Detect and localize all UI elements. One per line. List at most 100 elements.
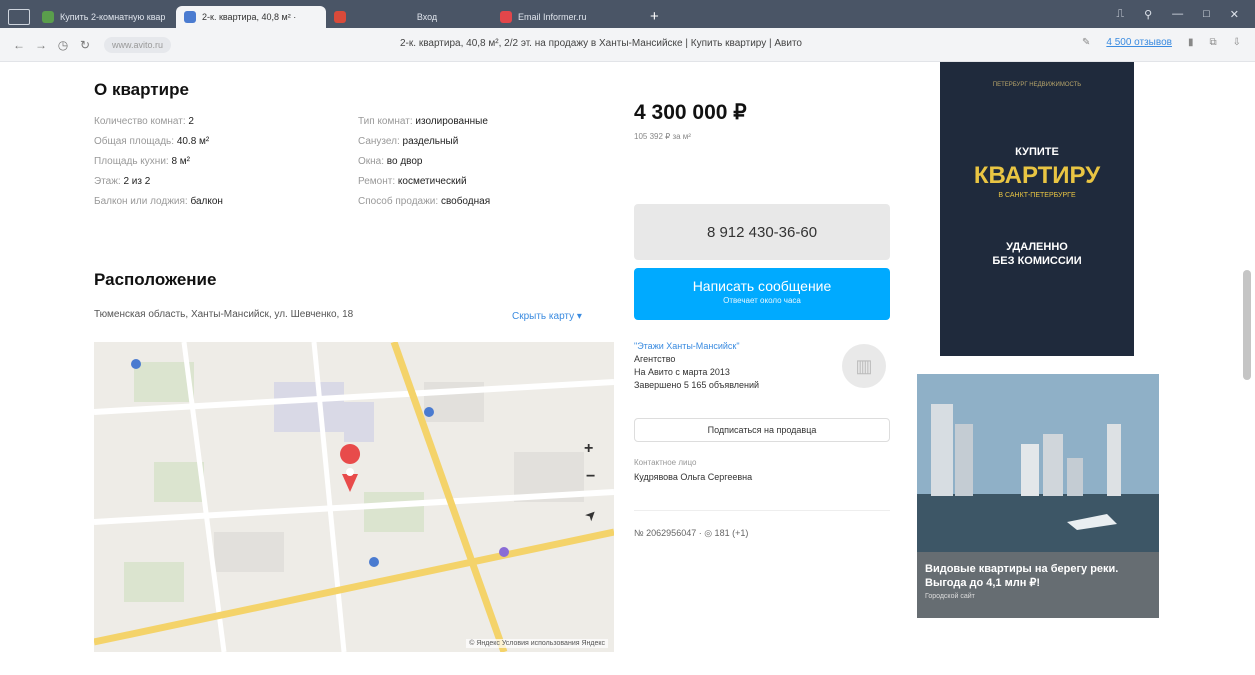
scrollbar-thumb[interactable] [1243,270,1251,380]
tab-3[interactable] [326,6,362,28]
param-value: косметический [397,176,467,187]
map-footer: © Яндекс Условия использования Яндекс [466,639,608,648]
param-row: Способ продажи: свободная [358,192,490,212]
reader-icon[interactable]: ✎ [1082,37,1090,48]
param-value: 8 м² [171,156,191,167]
tab-5[interactable]: Email Informer.ru [492,6,642,28]
param-value: во двор [386,156,423,167]
close-window-button[interactable]: ✕ [1230,8,1239,21]
map-zoom-out-button[interactable]: − [586,468,595,486]
tab-1[interactable]: Купить 2-комнатную квар [34,6,176,28]
seller-type: Агентство [634,354,676,364]
bookmark-icon[interactable]: ▮ [1188,37,1194,48]
param-value: свободная [440,196,491,207]
download-icon[interactable]: ⇩ [1233,37,1241,48]
address-bar-right: ✎ 4 500 отзывов ▮ ⧉ ⇩ [1082,37,1241,48]
location-section-title: Расположение [94,270,217,289]
browser-tab-bar: Купить 2-комнатную квар 2-к. квартира, 4… [0,0,1255,28]
params-left: Количество комнат: 2 Общая площадь: 40.8… [94,112,223,212]
reviews-link[interactable]: 4 500 отзывов [1106,37,1172,48]
back-icon[interactable]: ← [8,38,30,52]
param-value: изолированные [415,116,488,127]
window-controls: ⎍ ⚲ — □ ✕ [1116,8,1255,21]
tab-favicon-icon [42,11,54,23]
seller-name-link[interactable]: "Этажи Ханты-Мансийск" [634,340,759,353]
ad-line: БЕЗ КОМИССИИ [992,255,1082,267]
address-text: Тюменская область, Ханты-Мансийск, ул. Ш… [94,309,354,320]
toggle-map-link[interactable]: Скрыть карту ▾ [512,311,582,322]
window-menu-icon[interactable] [8,9,30,25]
seller-count: Завершено 5 165 объявлений [634,380,760,390]
forward-icon[interactable]: → [30,38,52,52]
param-key: Балкон или лоджия: [94,196,188,207]
ad-line: В САНКТ-ПЕТЕРБУРГЕ [998,192,1076,199]
param-value: 2 из 2 [123,176,151,187]
params-right: Тип комнат: изолированные Санузел: разде… [358,112,490,212]
seller-avatar[interactable]: ▥ [842,344,886,388]
price: 4 300 000 ₽ [634,101,747,124]
param-row: Окна: во двор [358,152,490,172]
ad-banner-river[interactable]: Видовые квартиры на берегу реки. Выгода … [917,374,1159,618]
url-field[interactable]: www.avito.ru [104,36,172,53]
ad-line: КВАРТИРУ [973,162,1101,189]
subscribe-seller-button[interactable]: Подписаться на продавца [634,418,890,442]
address-bar: ← → ◷ ↻ www.avito.ru 2-к. квартира, 40,8… [0,28,1255,62]
building-icon: ▥ [855,355,873,376]
param-row: Балкон или лоджия: балкон [94,192,223,212]
page-content: О квартире Количество комнат: 2 Общая пл… [0,62,1240,675]
tab-label: 2-к. квартира, 40,8 м² · [202,12,297,22]
new-tab-button[interactable]: + [650,8,659,25]
page-title-text: 2-к. квартира, 40,8 м², 2/2 эт. на прода… [400,38,802,49]
contact-name: Кудрявова Ольга Сергеевна [634,472,753,482]
tab-label: Вход [416,12,438,22]
param-value: раздельный [402,136,459,147]
minimize-button[interactable]: — [1172,8,1183,21]
ad-title: Видовые квартиры на берегу реки. Выгода … [925,563,1119,589]
tab-favicon-icon [500,11,512,23]
param-value: 2 [188,116,194,127]
tab-2[interactable]: 2-к. квартира, 40,8 м² · [176,6,326,28]
reload-icon[interactable]: ↻ [74,38,96,52]
tab-4[interactable]: Вход [362,6,492,28]
message-button-sub: Отвечает около часа [723,296,801,305]
param-key: Ремонт: [358,176,396,187]
param-key: Санузел: [358,136,400,147]
ad-brand: ПЕТЕРБУРГ НЕДВИЖИМОСТЬ [992,82,1082,88]
ad-image [917,374,1159,552]
history-icon[interactable]: ◷ [52,38,74,52]
map-graphics [94,342,614,652]
seller-info: "Этажи Ханты-Мансийск" Агентство На Авит… [634,340,759,392]
message-button-label: Написать сообщение [692,278,832,294]
param-key: Количество комнат: [94,116,186,127]
show-phone-button[interactable]: 8 912 430-36-60 [634,204,890,260]
param-value: 40.8 м² [176,136,210,147]
tab-label: Купить 2-комнатную квар [60,12,166,22]
tab-label: Email Informer.ru [518,12,587,22]
param-row: Ремонт: косметический [358,172,490,192]
param-row: Этаж: 2 из 2 [94,172,223,192]
seller-since: На Авито с марта 2013 [634,367,730,377]
scrollbar[interactable] [1243,80,1251,660]
map[interactable]: + − ➤ © Яндекс Условия использования Янд… [94,342,614,652]
divider [634,510,890,511]
ad-sub: Городской сайт [925,593,975,600]
listing-number: № 2062956047 · ◎ 181 (+1) [634,528,749,538]
param-row: Санузел: раздельный [358,132,490,152]
param-key: Способ продажи: [358,196,439,207]
param-key: Общая площадь: [94,136,175,147]
param-key: Тип комнат: [358,116,413,127]
write-message-button[interactable]: Написать сообщение Отвечает около часа [634,268,890,320]
ad-caption: Видовые квартиры на берегу реки. Выгода … [917,552,1159,618]
param-key: Площадь кухни: [94,156,169,167]
param-row: Количество комнат: 2 [94,112,223,132]
ad-line: КУПИТЕ [1015,146,1059,158]
ad-banner-spb[interactable]: ПЕТЕРБУРГ НЕДВИЖИМОСТЬ КУПИТЕ КВАРТИРУ В… [940,62,1134,356]
window-btn-1[interactable]: ⎍ [1116,8,1124,21]
param-value: балкон [190,196,223,207]
price-per-meter: 105 392 ₽ за м² [634,132,691,141]
window-btn-2[interactable]: ⚲ [1144,8,1152,21]
param-row: Тип комнат: изолированные [358,112,490,132]
maximize-button[interactable]: □ [1203,8,1210,21]
extensions-icon[interactable]: ⧉ [1209,37,1216,48]
map-zoom-in-button[interactable]: + [584,440,593,458]
